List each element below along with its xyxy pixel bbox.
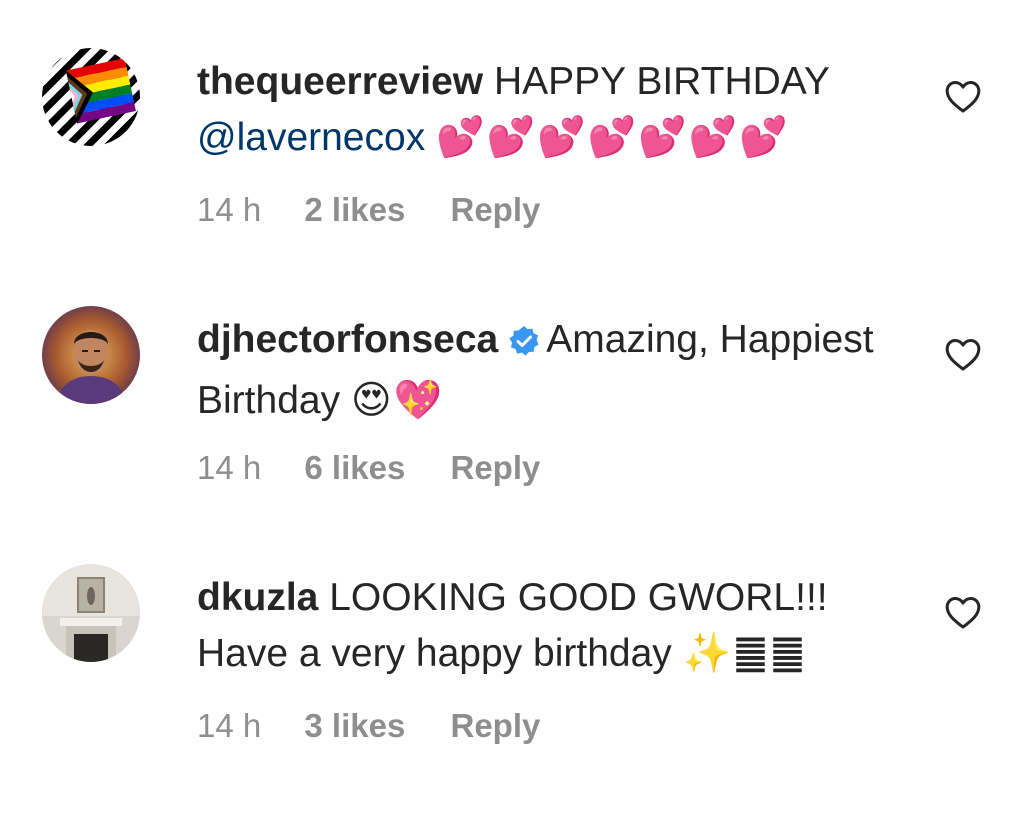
- verified-badge-icon: [508, 317, 540, 373]
- avatar[interactable]: [42, 48, 140, 146]
- comment-text: HAPPY BIRTHDAY: [493, 60, 830, 103]
- comment-item: thequeerreview HAPPY BIRTHDAY @laverneco…: [0, 40, 1024, 290]
- comment-mention[interactable]: @lavernecox: [197, 116, 425, 159]
- comment-meta: 14 h 6 likes Reply: [197, 446, 540, 490]
- comment-likes[interactable]: 6 likes: [304, 449, 405, 486]
- comment-item: dkuzla LOOKING GOOD GWORL!!! Have a very…: [0, 556, 1024, 806]
- comment-username[interactable]: thequeerreview: [197, 60, 483, 103]
- reply-button[interactable]: Reply: [451, 707, 541, 744]
- comment-time[interactable]: 14 h: [197, 449, 261, 486]
- avatar[interactable]: [42, 564, 140, 662]
- comment-emoji: ✨䷀䷀: [682, 632, 808, 675]
- heart-outline-icon[interactable]: [944, 336, 982, 372]
- comment-item: djhectorfonseca Amazing, Happiest Birthd…: [0, 298, 1024, 548]
- comment-meta: 14 h 2 likes Reply: [197, 188, 540, 232]
- comment-username[interactable]: djhectorfonseca: [197, 318, 498, 361]
- heart-outline-icon[interactable]: [944, 594, 982, 630]
- comment-emoji: 💕💕💕💕💕💕💕: [436, 116, 790, 159]
- comment-body: djhectorfonseca Amazing, Happiest Birthd…: [197, 312, 917, 429]
- comment-meta: 14 h 3 likes Reply: [197, 704, 540, 748]
- comment-likes[interactable]: 2 likes: [304, 191, 405, 228]
- comment-time[interactable]: 14 h: [197, 707, 261, 744]
- comment-username[interactable]: dkuzla: [197, 576, 318, 619]
- heart-outline-icon[interactable]: [944, 78, 982, 114]
- reply-button[interactable]: Reply: [451, 449, 541, 486]
- comment-emoji: 😍💖: [350, 379, 445, 422]
- comment-body: dkuzla LOOKING GOOD GWORL!!! Have a very…: [197, 570, 917, 682]
- reply-button[interactable]: Reply: [451, 191, 541, 228]
- comment-body: thequeerreview HAPPY BIRTHDAY @laverneco…: [197, 54, 917, 166]
- comment-time[interactable]: 14 h: [197, 191, 261, 228]
- comment-likes[interactable]: 3 likes: [304, 707, 405, 744]
- avatar[interactable]: [42, 306, 140, 404]
